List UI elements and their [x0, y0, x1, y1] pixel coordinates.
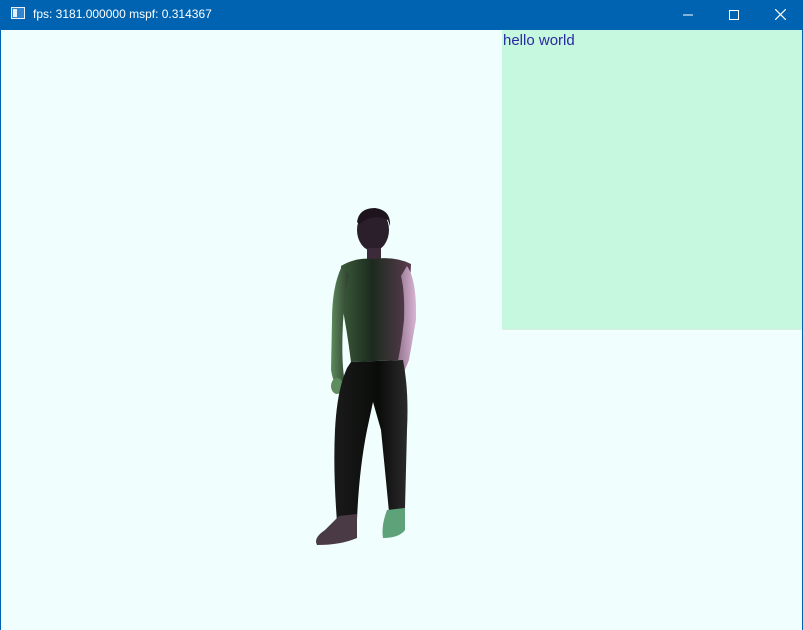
model-right-shoe [382, 508, 405, 538]
model-torso [341, 258, 411, 362]
model-legs [334, 360, 408, 522]
minimize-button[interactable] [665, 0, 711, 29]
minimize-icon [683, 14, 693, 15]
overlay-panel: hello world [502, 30, 802, 329]
model-left-shoe [316, 514, 357, 545]
maximize-button[interactable] [711, 0, 757, 29]
close-button[interactable] [757, 0, 803, 29]
title-bar[interactable]: fps: 3181.000000 mspf: 0.314367 [0, 0, 803, 29]
maximize-icon [729, 9, 739, 20]
render-viewport[interactable]: hello world [1, 30, 802, 630]
overlay-text: hello world [503, 32, 575, 49]
window-title: fps: 3181.000000 mspf: 0.314367 [33, 7, 212, 21]
close-icon [774, 9, 786, 20]
app-window-icon [11, 7, 25, 19]
